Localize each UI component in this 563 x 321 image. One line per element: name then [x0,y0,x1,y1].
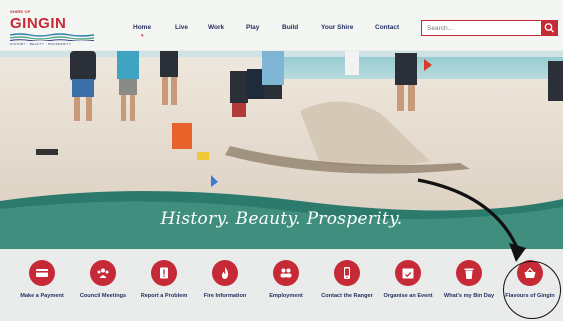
quick-link-fire-information[interactable]: Fire Information [195,260,255,300]
quick-link-organise-event[interactable]: Organise an Event [378,260,438,300]
report-icon [160,267,168,279]
flame-icon [222,267,229,279]
quick-link-circle [334,260,360,286]
phone-icon [344,267,350,279]
quick-link-employment[interactable]: Employment [256,260,316,300]
quick-link-label: Fire Information [203,293,247,299]
quick-link-circle [212,260,238,286]
calendar-icon [402,268,414,279]
quick-link-label: Make a Payment [20,293,64,299]
quick-link-circle [29,260,55,286]
quick-link-circle [456,260,482,286]
quick-link-circle [90,260,116,286]
quick-link-bin-day[interactable]: What's my Bin Day [439,260,499,300]
quick-link-contact-ranger[interactable]: Contact the Ranger [317,260,377,300]
quick-link-label: What's my Bin Day [443,293,495,299]
page: SHIRE OF GINGIN HISTORY · BEAUTY · PROSP… [0,0,563,321]
credit-card-icon [36,269,48,277]
quick-link-label: Organise an Event [383,293,433,299]
highlight-circle [503,261,561,319]
quick-link-make-payment[interactable]: Make a Payment [12,260,72,300]
bin-icon [464,268,474,279]
quick-link-report-problem[interactable]: Report a Problem [134,260,194,300]
quick-link-circle [151,260,177,286]
quick-link-circle [273,260,299,286]
quick-link-circle [395,260,421,286]
quick-link-label: Report a Problem [140,293,188,299]
quick-link-council-meetings[interactable]: Council Meetings [73,260,133,300]
people-group-icon [97,268,109,278]
quick-link-label: Council Meetings [79,293,127,299]
quick-links: Make a Payment Council Meetings Report a… [0,260,563,321]
quick-link-label: Employment [269,293,303,299]
people-icon [280,268,292,278]
quick-link-label: Contact the Ranger [321,293,373,299]
